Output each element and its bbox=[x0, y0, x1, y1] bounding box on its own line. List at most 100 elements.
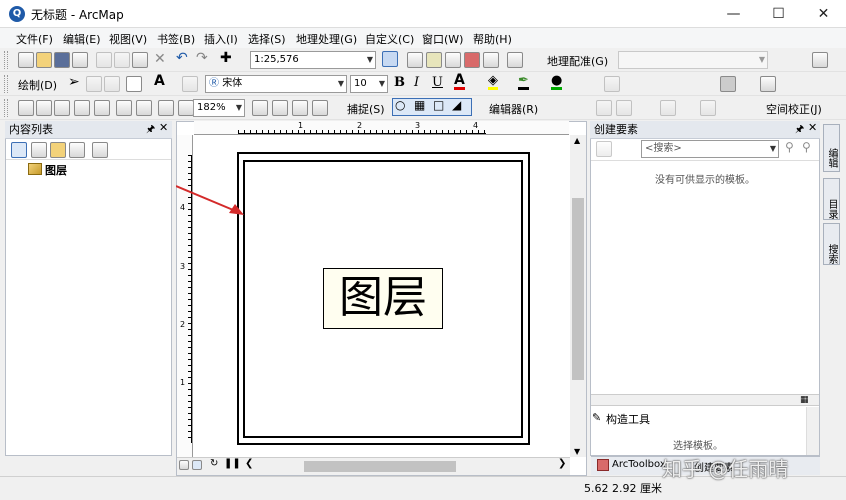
table-of-contents-icon[interactable] bbox=[407, 52, 423, 68]
draw-menu-label[interactable]: 绘制(D) bbox=[18, 77, 57, 93]
editor-menu-label[interactable]: 编辑器(R) bbox=[489, 101, 538, 117]
toolbar-grip[interactable] bbox=[4, 99, 8, 117]
close-icon[interactable]: ✕ bbox=[808, 121, 817, 134]
vertex-snapping-icon[interactable]: □ bbox=[433, 98, 444, 112]
redo-icon[interactable]: ↷ bbox=[196, 50, 208, 66]
new-document-icon[interactable] bbox=[18, 52, 34, 68]
data-view-icon[interactable] bbox=[179, 460, 189, 470]
pin-icon[interactable]: 🖈 bbox=[795, 122, 804, 139]
data-frame-label[interactable]: 图层 bbox=[323, 268, 443, 329]
pause-icon[interactable]: ❚❚ bbox=[224, 458, 241, 469]
menu-edit[interactable]: 编辑(E) bbox=[63, 31, 101, 47]
menu-windows[interactable]: 窗口(W) bbox=[422, 31, 463, 47]
select-elements-icon[interactable]: ➢ bbox=[68, 74, 80, 90]
menu-file[interactable]: 文件(F) bbox=[16, 31, 53, 47]
next-extent-icon[interactable] bbox=[178, 100, 194, 116]
topology-icon[interactable] bbox=[604, 76, 620, 92]
zoom-whole-page-icon[interactable] bbox=[116, 100, 132, 116]
paste-icon[interactable] bbox=[132, 52, 148, 68]
sketch-tool-icon[interactable] bbox=[616, 100, 632, 116]
font-name-combo[interactable]: Ⓡ 宋体 ▼ bbox=[205, 75, 347, 93]
georeferencing-label[interactable]: 地理配准(G) bbox=[547, 53, 608, 69]
zoom-out-layout-icon[interactable] bbox=[36, 100, 52, 116]
point-snapping-icon[interactable]: ○ bbox=[395, 98, 405, 112]
splitter-toggle-icon[interactable]: ▦ bbox=[800, 395, 809, 405]
arctoolbox-tab[interactable]: ArcToolbox bbox=[612, 459, 666, 470]
clear-search-icon[interactable]: ⚲ bbox=[802, 140, 811, 154]
change-layout-icon[interactable] bbox=[292, 100, 308, 116]
refresh-icon[interactable]: ↻ bbox=[210, 458, 218, 469]
georef-layer-combo[interactable]: ▼ bbox=[618, 51, 768, 69]
vscroll-thumb[interactable] bbox=[572, 198, 584, 380]
text-tool-icon[interactable]: A bbox=[154, 73, 165, 89]
editor-toolbar-icon[interactable] bbox=[382, 51, 398, 67]
end-snapping-icon[interactable]: ▦ bbox=[414, 98, 425, 112]
globe-icon[interactable] bbox=[720, 76, 736, 92]
menu-selection[interactable]: 选择(S) bbox=[248, 31, 286, 47]
layout-view-icon[interactable] bbox=[192, 460, 202, 470]
side-tab-catalog[interactable]: 目录 bbox=[823, 178, 840, 220]
attributes-icon[interactable] bbox=[700, 100, 716, 116]
construct-scrollbar[interactable] bbox=[806, 407, 819, 455]
toolbar-grip[interactable] bbox=[4, 75, 8, 93]
edit-vertices-icon[interactable] bbox=[182, 76, 198, 92]
edit-tool-icon[interactable] bbox=[596, 100, 612, 116]
print-icon[interactable] bbox=[72, 52, 88, 68]
scroll-up-icon[interactable]: ▲ bbox=[574, 136, 580, 145]
zoom-100-icon[interactable] bbox=[136, 100, 152, 116]
organize-templates-icon[interactable] bbox=[596, 141, 612, 157]
copy-icon[interactable] bbox=[114, 52, 130, 68]
edge-snapping-icon[interactable]: ◢ bbox=[452, 98, 461, 112]
data-driven-pages-icon[interactable] bbox=[312, 100, 328, 116]
scroll-right-icon[interactable]: ❯ bbox=[558, 458, 566, 469]
underline-button[interactable]: U bbox=[432, 75, 443, 90]
spatial-adjust-label[interactable]: 空间校正(J) bbox=[766, 101, 822, 117]
full-extent-icon[interactable] bbox=[74, 100, 90, 116]
menu-customize[interactable]: 自定义(C) bbox=[365, 31, 414, 47]
split-tool-icon[interactable] bbox=[660, 100, 676, 116]
rectangle-icon[interactable] bbox=[126, 76, 142, 92]
zoom-percent-combo[interactable]: 182% ▼ bbox=[193, 99, 245, 117]
fixed-zoom-icon[interactable] bbox=[94, 100, 110, 116]
catalog-icon[interactable] bbox=[426, 52, 442, 68]
menu-view[interactable]: 视图(V) bbox=[109, 31, 147, 47]
template-search-input[interactable]: <搜索> ▼ bbox=[641, 140, 779, 158]
panel-splitter[interactable] bbox=[591, 394, 819, 406]
save-icon[interactable] bbox=[54, 52, 70, 68]
scroll-left-icon[interactable]: ❮ bbox=[245, 458, 253, 469]
focus-data-frame-icon[interactable] bbox=[272, 100, 288, 116]
list-by-selection-icon[interactable] bbox=[69, 142, 85, 158]
italic-button[interactable]: I bbox=[414, 75, 419, 90]
side-tab-search[interactable]: 搜索 bbox=[823, 223, 840, 265]
python-window-icon[interactable] bbox=[483, 52, 499, 68]
fill-color-icon[interactable]: ◈ bbox=[488, 74, 498, 90]
close-icon[interactable]: ✕ bbox=[159, 121, 168, 134]
side-tab-editor[interactable]: 编辑 bbox=[823, 124, 840, 172]
maximize-button[interactable]: ☐ bbox=[756, 0, 801, 28]
hscroll-thumb[interactable] bbox=[304, 461, 456, 472]
menu-geoprocessing[interactable]: 地理处理(G) bbox=[296, 31, 357, 47]
zoom-in-layout-icon[interactable] bbox=[18, 100, 34, 116]
scroll-down-icon[interactable]: ▼ bbox=[574, 447, 580, 456]
search-icon[interactable]: ⚲ bbox=[785, 140, 794, 154]
undo-icon[interactable]: ↶ bbox=[176, 50, 188, 66]
menu-bookmarks[interactable]: 书签(B) bbox=[157, 31, 195, 47]
minimize-button[interactable]: — bbox=[711, 0, 756, 28]
previous-extent-icon[interactable] bbox=[158, 100, 174, 116]
toolbar-grip[interactable] bbox=[4, 51, 8, 69]
zoom-to-selected-icon[interactable] bbox=[104, 76, 120, 92]
search-window-icon[interactable] bbox=[445, 52, 461, 68]
list-by-visibility-icon[interactable] bbox=[50, 142, 66, 158]
marker-color-icon[interactable]: ● bbox=[551, 74, 563, 90]
snapping-label[interactable]: 捕捉(S) bbox=[347, 101, 385, 117]
toggle-draft-icon[interactable] bbox=[252, 100, 268, 116]
rotate-icon[interactable] bbox=[86, 76, 102, 92]
add-data-icon[interactable]: ✚ bbox=[220, 50, 232, 66]
model-builder-icon[interactable] bbox=[507, 52, 523, 68]
toc-layer-label[interactable]: 图层 bbox=[45, 162, 67, 178]
open-folder-icon[interactable] bbox=[36, 52, 52, 68]
bold-button[interactable]: B bbox=[394, 75, 405, 90]
map-scale-combo[interactable]: 1:25,576 ▼ bbox=[250, 51, 376, 69]
menu-insert[interactable]: 插入(I) bbox=[204, 31, 238, 47]
close-button[interactable]: ✕ bbox=[801, 0, 846, 28]
